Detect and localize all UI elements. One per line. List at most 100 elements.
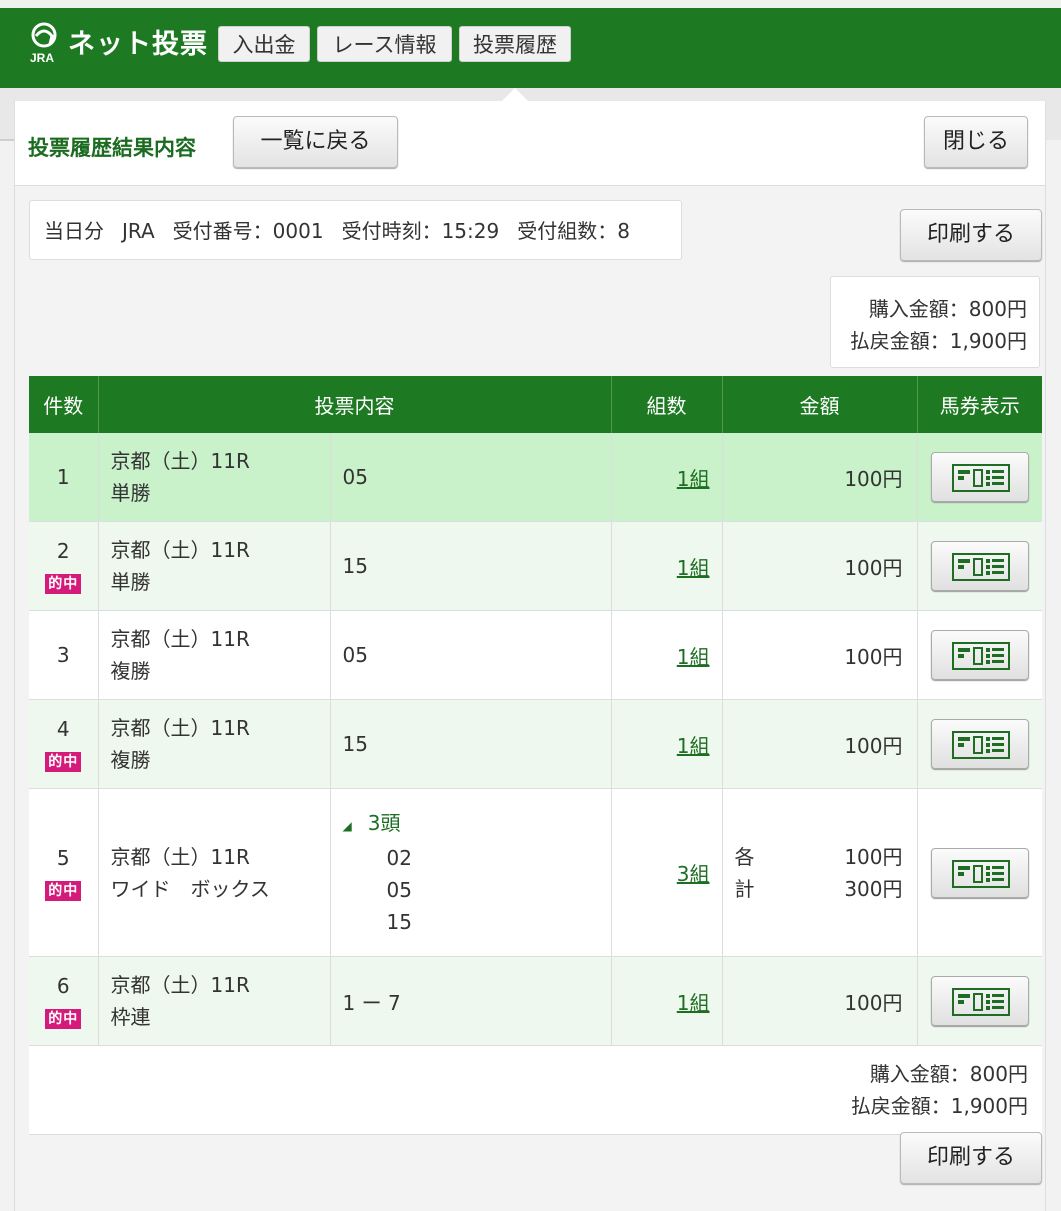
box-item: 05	[386, 878, 412, 902]
ticket-view-button[interactable]	[930, 976, 1029, 1026]
receipt-org: JRA	[122, 219, 155, 243]
bet-amount: 100円	[722, 956, 918, 1046]
svg-text:JRA: JRA	[30, 51, 54, 64]
ticket-icon	[951, 731, 1010, 759]
bet-type: 複勝	[110, 659, 151, 683]
back-to-list-button[interactable]: 一覧に戻る	[233, 116, 398, 168]
top-header: JRA ネット投票 入出金 レース情報 投票履歴	[0, 0, 1061, 89]
box-item: 02	[386, 846, 412, 870]
receipt-info: 当日分 JRA 受付番号：0001 受付時刻：15:29 受付組数：8	[29, 200, 682, 260]
payout-amount: 払戻金額：1,900円	[849, 329, 1027, 353]
each-amount: 100円	[844, 844, 903, 869]
history-table: 件数 投票内容 組数 金額 馬券表示 1 京都（土）11R 単勝 05 1組 10…	[29, 376, 1042, 1135]
each-label: 各	[734, 844, 755, 869]
col-count: 件数	[29, 376, 99, 433]
box-item: 15	[386, 910, 412, 934]
ticket-icon	[951, 553, 1010, 581]
print-button-bottom[interactable]: 印刷する	[900, 1132, 1042, 1184]
panel-header: 投票履歴結果内容 一覧に戻る 閉じる	[15, 101, 1045, 186]
row-number: 3	[56, 643, 70, 667]
triangle-expand-icon[interactable]: ◢	[343, 819, 352, 833]
bet-content: 15	[330, 521, 612, 611]
row-number: 5	[56, 845, 70, 870]
ticket-icon	[951, 988, 1010, 1016]
table-row: 5 的中 京都（土）11R ワイド ボックス ◢ 3頭 02 05 15 3組 各 10…	[29, 788, 1042, 957]
total-amount: 300円	[844, 876, 903, 901]
footer-payout-amount: 払戻金額：1,900円	[850, 1094, 1028, 1118]
col-amount: 金額	[722, 376, 918, 433]
col-content: 投票内容	[98, 376, 612, 433]
ticket-view-button[interactable]	[930, 847, 1029, 898]
ticket-view-button[interactable]	[930, 541, 1029, 591]
bet-type: 枠連	[110, 1005, 151, 1029]
kumi-link[interactable]: 1組	[677, 645, 710, 669]
close-button[interactable]: 閉じる	[924, 116, 1028, 168]
nav-deposit-withdraw[interactable]: 入出金	[218, 26, 310, 62]
ticket-view-button[interactable]	[930, 630, 1029, 680]
bet-type: ワイド ボックス	[110, 876, 270, 901]
box-head-count[interactable]: 3頭	[368, 811, 401, 835]
summary-box: 購入金額：800円 払戻金額：1,900円	[830, 276, 1040, 368]
table-row: 4 的中 京都（土）11R 複勝 15 1組 100円	[29, 699, 1042, 789]
race-name: 京都（土）11R	[110, 844, 250, 869]
bet-type: 単勝	[110, 481, 151, 505]
race-name: 京都（土）11R	[110, 627, 250, 651]
receipt-day: 当日分	[44, 219, 104, 243]
receipt-number: 受付番号：0001	[172, 219, 324, 243]
bet-type: 単勝	[110, 570, 151, 594]
print-button-top[interactable]: 印刷する	[900, 209, 1042, 261]
jra-logo-icon: JRA	[30, 22, 57, 64]
race-name: 京都（土）11R	[110, 973, 250, 997]
table-row: 2 的中 京都（土）11R 単勝 15 1組 100円	[29, 521, 1042, 611]
bet-type: 複勝	[110, 748, 151, 772]
ticket-icon	[951, 859, 1010, 888]
nav-pointer	[502, 88, 528, 101]
page-title: 投票履歴結果内容	[28, 136, 196, 160]
hit-badge: 的中	[45, 1009, 82, 1029]
bet-content: 05	[330, 433, 612, 522]
hit-badge: 的中	[45, 880, 82, 901]
row-number: 4	[56, 717, 70, 741]
row-number: 1	[56, 465, 70, 489]
row-number: 2	[56, 539, 70, 563]
nav-race-info[interactable]: レース情報	[317, 26, 452, 62]
ticket-view-button[interactable]	[930, 452, 1029, 502]
result-panel: 投票履歴結果内容 一覧に戻る 閉じる 当日分 JRA 受付番号：0001 受付時刻：1…	[14, 88, 1046, 1211]
bet-content: 15	[330, 699, 612, 789]
hit-badge: 的中	[45, 752, 82, 772]
receipt-time: 受付時刻：15:29	[341, 219, 500, 243]
table-footer: 購入金額：800円 払戻金額：1,900円	[29, 1045, 1042, 1135]
kumi-link[interactable]: 3組	[677, 862, 710, 886]
total-label: 計	[734, 876, 755, 901]
race-name: 京都（土）11R	[110, 716, 250, 740]
col-ticket: 馬券表示	[917, 376, 1042, 433]
bet-amount: 100円	[722, 610, 918, 700]
ticket-icon	[951, 642, 1010, 670]
table-row: 3 京都（土）11R 複勝 05 1組 100円	[29, 610, 1042, 700]
race-name: 京都（土）11R	[110, 449, 250, 473]
row-number: 6	[56, 974, 70, 998]
ticket-icon	[951, 464, 1010, 492]
kumi-link[interactable]: 1組	[677, 556, 710, 580]
kumi-link[interactable]: 1組	[677, 991, 710, 1015]
box-content: ◢ 3頭 02 05 15	[343, 807, 610, 938]
bet-content: 05	[330, 610, 612, 700]
kumi-link[interactable]: 1組	[677, 734, 710, 758]
purchase-amount: 購入金額：800円	[868, 297, 1027, 321]
bet-amount: 100円	[722, 521, 918, 611]
kumi-link[interactable]: 1組	[677, 467, 710, 491]
footer-purchase-amount: 購入金額：800円	[869, 1062, 1028, 1086]
nav-vote-history[interactable]: 投票履歴	[459, 26, 571, 62]
band-divider	[0, 139, 14, 141]
bet-amount: 100円	[722, 433, 918, 522]
brand-title: ネット投票	[68, 29, 208, 60]
receipt-count: 受付組数：8	[517, 219, 630, 243]
ticket-view-button[interactable]	[930, 719, 1029, 769]
race-name: 京都（土）11R	[110, 538, 250, 562]
hit-badge: 的中	[45, 574, 82, 594]
col-kumi: 組数	[611, 376, 723, 433]
bet-content: 1 ー 7	[330, 956, 612, 1046]
table-row: 1 京都（土）11R 単勝 05 1組 100円	[29, 433, 1042, 522]
bet-amount: 100円	[722, 699, 918, 789]
table-row: 6 的中 京都（土）11R 枠連 1 ー 7 1組 100円	[29, 956, 1042, 1046]
